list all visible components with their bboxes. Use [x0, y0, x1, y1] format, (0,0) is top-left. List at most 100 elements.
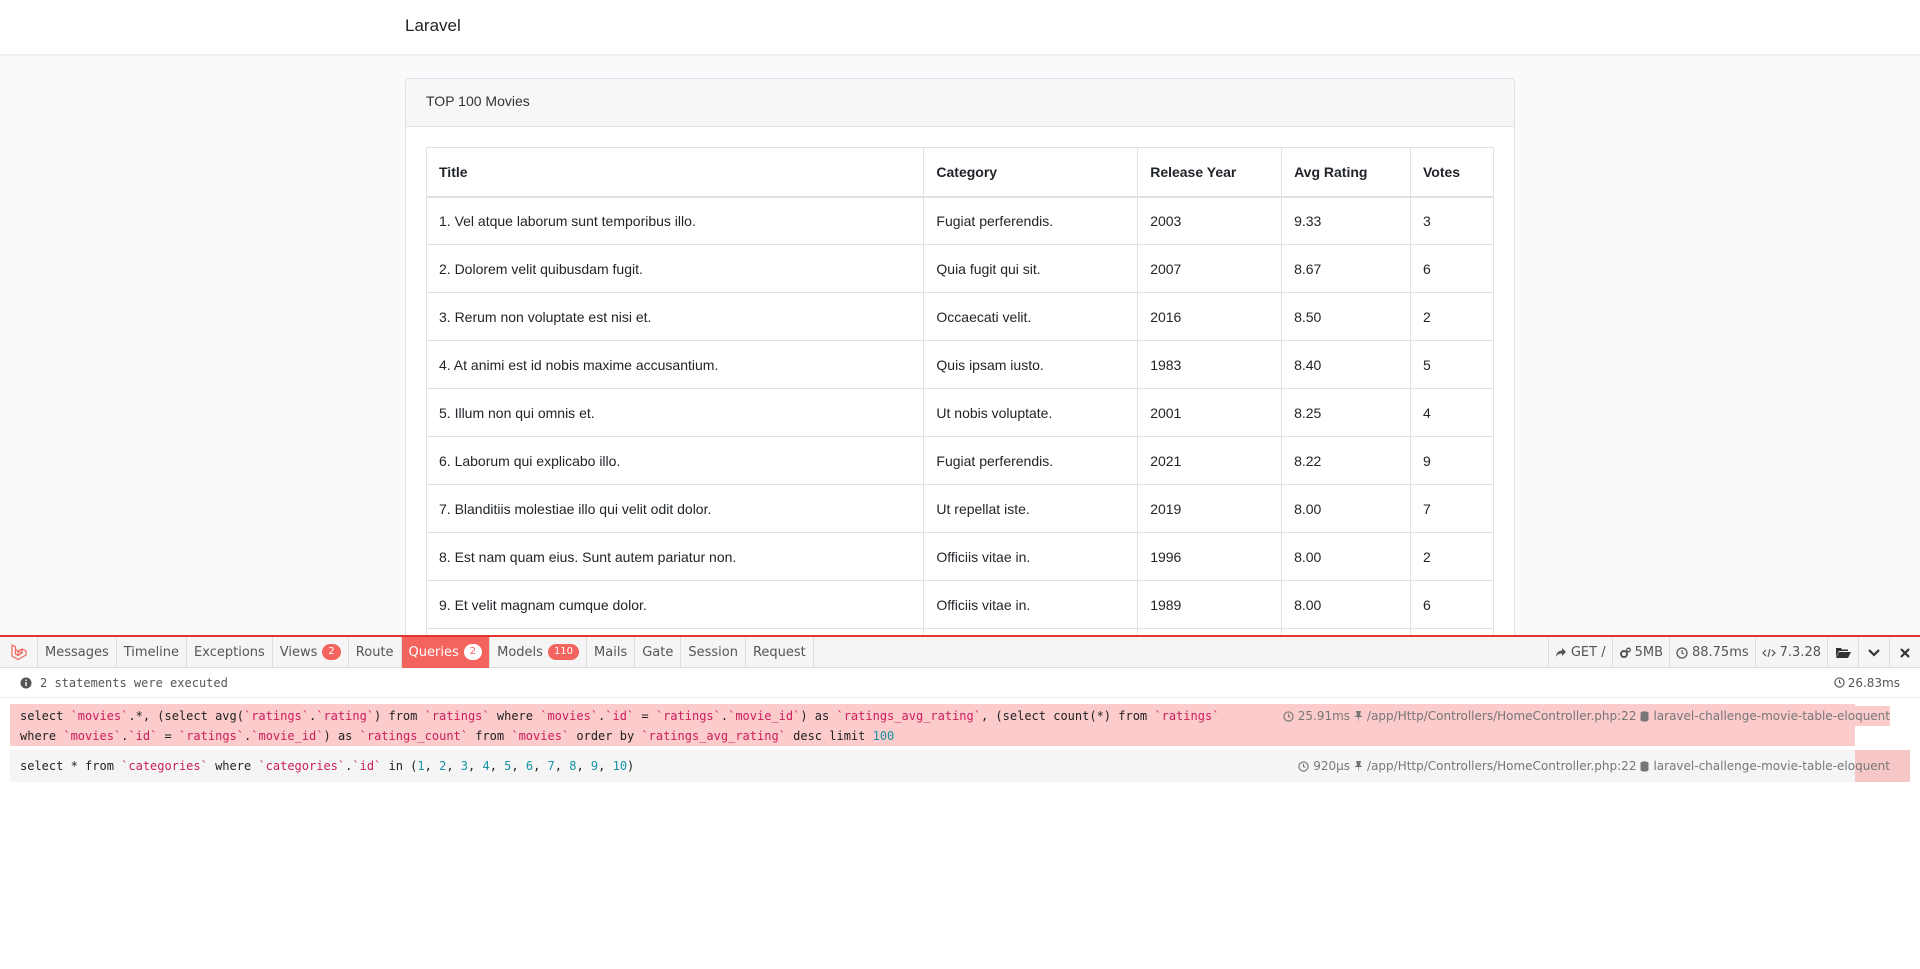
debugbar-tab-timeline[interactable]: Timeline	[117, 636, 188, 668]
cell-category: Ut repellat iste.	[923, 484, 1139, 533]
debugbar-tab-exceptions[interactable]: Exceptions	[187, 636, 273, 668]
php-version-indicator[interactable]: 7.3.28	[1754, 637, 1827, 668]
query-sql-line-1: select `movies`.*, (select avg(`ratings`…	[20, 709, 1220, 723]
debugbar-tab-gate[interactable]: Gate	[635, 636, 682, 668]
cell-avg-rating: 8.25	[1281, 388, 1411, 437]
table-row: 2. Dolorem velit quibusdam fugit. Quia fu…	[425, 244, 1494, 293]
table-row: 6. Laborum qui explicabo illo. Fugiat per…	[425, 436, 1494, 485]
movies-table: Title Category Release Year Avg Rating V…	[425, 147, 1494, 637]
cell-title: 1. Vel atque laborum sunt temporibus ill…	[425, 196, 925, 245]
cell-category: Ut nobis voluptate.	[923, 388, 1139, 437]
cell-category: Quis ipsam iusto.	[923, 340, 1139, 389]
minimize-chevron-down-icon[interactable]	[1858, 637, 1889, 668]
table-row: 3. Rerum non voluptate est nisi et. Occae…	[425, 292, 1494, 341]
debugbar-tab-messages[interactable]: Messages	[38, 636, 117, 668]
query-sql-line-1: select * from `categories` where `catego…	[20, 759, 635, 773]
time-indicator[interactable]: 88.75ms	[1668, 637, 1755, 668]
cell-category: Officiis vitae in.	[923, 532, 1139, 581]
total-query-time: 26.83ms	[1834, 676, 1900, 690]
cell-release-year: 2019	[1137, 484, 1283, 533]
column-header-title: Title	[425, 147, 925, 198]
clock-icon	[1676, 646, 1688, 659]
query-item[interactable]: select * from `categories` where `catego…	[10, 750, 1910, 782]
movies-card: TOP 100 Movies Title Category Release Ye…	[405, 78, 1515, 638]
cell-category: Fugiat perferendis.	[923, 196, 1139, 245]
cell-title: 8. Est nam quam eius. Sunt autem pariatu…	[425, 532, 925, 581]
open-folder-icon[interactable]	[1827, 637, 1858, 668]
table-row: 5. Illum non qui omnis et. Ut nobis volup…	[425, 388, 1494, 437]
column-header-avg-rating: Avg Rating	[1281, 147, 1411, 198]
query-item[interactable]: select `movies`.*, (select avg(`ratings`…	[10, 704, 1910, 746]
cell-avg-rating: 8.40	[1281, 340, 1411, 389]
cell-avg-rating: 8.22	[1281, 436, 1411, 485]
cell-votes: 7	[1410, 484, 1494, 533]
cell-release-year: 1983	[1137, 340, 1283, 389]
info-icon	[20, 677, 32, 688]
share-icon	[1555, 647, 1566, 657]
cell-votes: 2	[1410, 292, 1494, 341]
cell-avg-rating: 9.33	[1281, 196, 1411, 245]
table-row: 1. Vel atque laborum sunt temporibus ill…	[425, 196, 1494, 245]
table-row: 7. Blanditiis molestiae illo qui velit o…	[425, 484, 1494, 533]
cell-category: Occaecati velit.	[923, 292, 1139, 341]
cell-release-year: 2001	[1137, 388, 1283, 437]
debugbar-tab-models[interactable]: Models 110	[490, 636, 588, 668]
cell-votes: 3	[1410, 196, 1494, 245]
cell-release-year: 1989	[1137, 580, 1283, 629]
cell-title: 9. Et velit magnam cumque dolor.	[425, 580, 925, 629]
cogs-icon	[1619, 647, 1631, 658]
brand-link[interactable]: Laravel	[405, 16, 461, 36]
table-row: 9. Et velit magnam cumque dolor. Officiis…	[425, 580, 1494, 629]
cell-category: Officiis vitae in.	[923, 580, 1139, 629]
cell-votes: 9	[1410, 436, 1494, 485]
cell-avg-rating: 8.67	[1281, 244, 1411, 293]
table-header-row: Title Category Release Year Avg Rating V…	[425, 147, 1494, 198]
card-title: TOP 100 Movies	[406, 79, 1514, 127]
cell-avg-rating: 8.00	[1281, 532, 1411, 581]
cell-title: 4. At animi est id nobis maxime accusant…	[425, 340, 925, 389]
debugbar-tab-mails[interactable]: Mails	[587, 636, 636, 668]
cell-category: Fugiat perferendis.	[923, 436, 1139, 485]
cell-votes: 6	[1410, 580, 1494, 629]
column-header-release-year: Release Year	[1137, 147, 1283, 198]
cell-release-year: 2003	[1137, 196, 1283, 245]
column-header-votes: Votes	[1410, 147, 1494, 198]
clock-icon	[1834, 677, 1845, 688]
cell-avg-rating: 8.00	[1281, 580, 1411, 629]
debugbar-tab-request[interactable]: Request	[746, 636, 814, 668]
cell-category: Quia fugit qui sit.	[923, 244, 1139, 293]
debugbar-header: Messages Timeline Exceptions Views 2 Route Que…	[0, 636, 1920, 668]
debugbar-tab-route[interactable]: Route	[349, 636, 402, 668]
navbar: Laravel	[0, 0, 1920, 54]
column-header-category: Category	[923, 147, 1139, 198]
laravel-logo-icon[interactable]	[0, 636, 38, 668]
cell-title: 5. Illum non qui omnis et.	[425, 388, 925, 437]
cell-release-year: 2021	[1137, 436, 1283, 485]
debugbar: Messages Timeline Exceptions Views 2 Route Que…	[0, 635, 1920, 969]
cell-votes: 4	[1410, 388, 1494, 437]
queries-status: 2 statements were executed 26.83ms	[0, 668, 1920, 698]
close-icon[interactable]	[1889, 637, 1920, 668]
query-sql-line-2: where `movies`.`id` = `ratings`.`movie_i…	[20, 729, 895, 743]
code-icon	[1761, 648, 1776, 657]
cell-title: 3. Rerum non voluptate est nisi et.	[425, 292, 925, 341]
cell-title: 6. Laborum qui explicabo illo.	[425, 436, 925, 485]
table-row: 8. Est nam quam eius. Sunt autem pariatu…	[425, 532, 1494, 581]
cell-votes: 5	[1410, 340, 1494, 389]
cell-avg-rating: 8.00	[1281, 484, 1411, 533]
debugbar-tab-session[interactable]: Session	[681, 636, 746, 668]
cell-votes: 2	[1410, 532, 1494, 581]
cell-release-year: 2016	[1137, 292, 1283, 341]
debugbar-tab-queries[interactable]: Queries 2	[401, 636, 491, 668]
tab-count-badge: 110	[547, 644, 580, 660]
debugbar-tab-views[interactable]: Views 2	[273, 636, 349, 668]
cell-avg-rating: 8.50	[1281, 292, 1411, 341]
memory-indicator[interactable]: 5MB	[1611, 637, 1669, 668]
request-method-indicator[interactable]: GET /	[1547, 637, 1612, 668]
cell-title: 7. Blanditiis molestiae illo qui velit o…	[425, 484, 925, 533]
cell-release-year: 1996	[1137, 532, 1283, 581]
cell-release-year: 2007	[1137, 244, 1283, 293]
table-row: 4. At animi est id nobis maxime accusant…	[425, 340, 1494, 389]
tab-count-badge: 2	[463, 644, 483, 660]
tab-count-badge: 2	[322, 644, 341, 660]
